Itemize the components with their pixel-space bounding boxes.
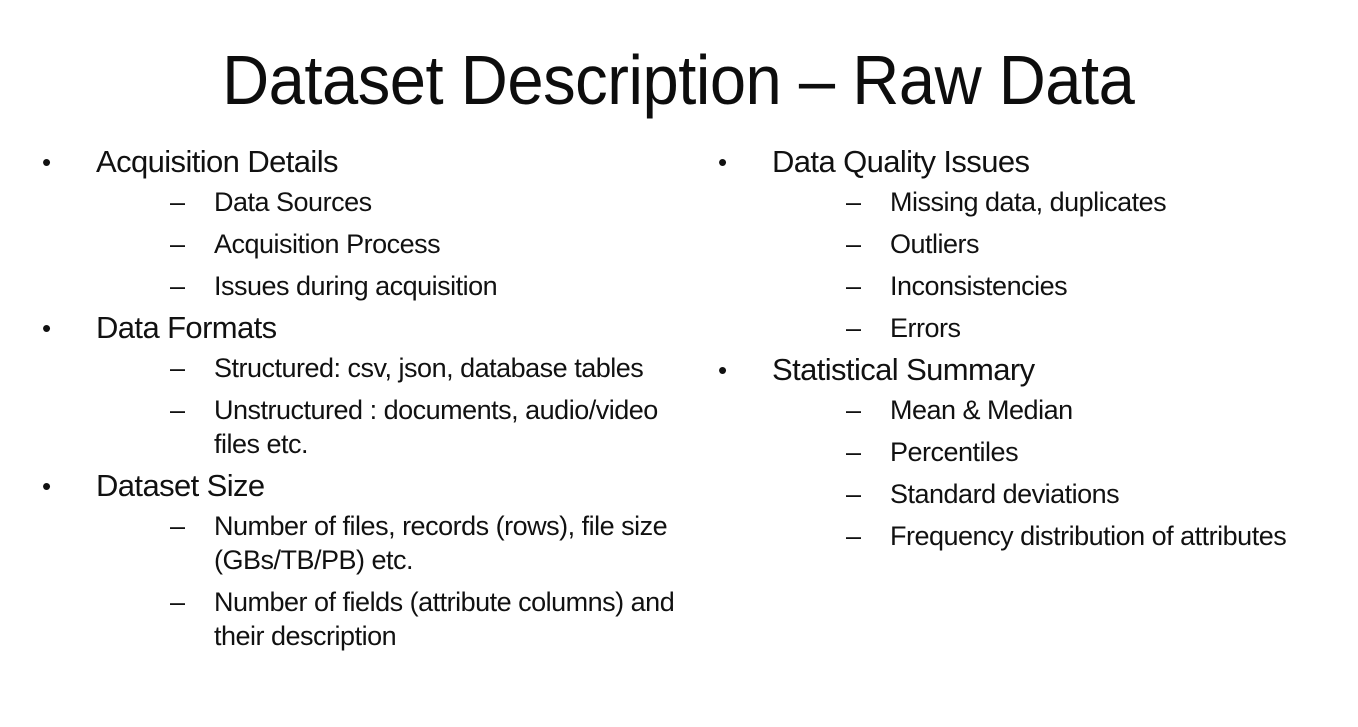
- list-item: – Data Sources: [96, 185, 680, 219]
- list-item-text: Data Sources: [214, 187, 372, 217]
- dash-icon: –: [170, 511, 185, 541]
- list-item: – Outliers: [772, 227, 1336, 261]
- section-data-quality-issues: • Data Quality Issues – Missing data, du…: [716, 143, 1336, 345]
- list-item-text: Outliers: [890, 229, 980, 259]
- bullet-icon: •: [718, 355, 728, 385]
- section-data-formats: • Data Formats – Structured: csv, json, …: [40, 309, 680, 461]
- section-acquisition-details: • Acquisition Details – Data Sources – A…: [40, 143, 680, 303]
- list-item-text: Inconsistencies: [890, 271, 1068, 301]
- section-heading: Data Formats: [96, 310, 277, 345]
- list-item-text: Structured: csv, json, database tables: [214, 353, 644, 383]
- right-column: • Data Quality Issues – Missing data, du…: [716, 143, 1336, 553]
- dash-icon: –: [846, 229, 861, 259]
- sub-list: – Missing data, duplicates – Outliers – …: [772, 185, 1336, 345]
- list-item-text: Errors: [890, 313, 961, 343]
- list-item-text: Acquisition Process: [214, 229, 441, 259]
- section-statistical-summary: • Statistical Summary – Mean & Median – …: [716, 351, 1336, 553]
- list-item: – Number of files, records (rows), file …: [96, 509, 680, 577]
- list-item: – Issues during acquisition: [96, 269, 680, 303]
- sub-list: – Data Sources – Acquisition Process – I…: [96, 185, 680, 303]
- slide: Dataset Description – Raw Data • Acquisi…: [0, 0, 1358, 727]
- dash-icon: –: [846, 271, 861, 301]
- dash-icon: –: [846, 187, 861, 217]
- section-heading: Dataset Size: [96, 468, 265, 503]
- list-item-text: Percentiles: [890, 437, 1019, 467]
- list-item: – Errors: [772, 311, 1336, 345]
- list-item-text: Number of files, records (rows), file si…: [214, 511, 668, 575]
- list-item: – Unstructured : documents, audio/video …: [96, 393, 680, 461]
- sub-list: – Structured: csv, json, database tables…: [96, 351, 680, 461]
- left-column: • Acquisition Details – Data Sources – A…: [40, 143, 680, 653]
- list-item: – Percentiles: [772, 435, 1336, 469]
- list-item: – Frequency distribution of attributes: [772, 519, 1336, 553]
- dash-icon: –: [170, 587, 185, 617]
- list-item: – Standard deviations: [772, 477, 1336, 511]
- list-item-text: Standard deviations: [890, 479, 1120, 509]
- section-dataset-size: • Dataset Size – Number of files, record…: [40, 467, 680, 653]
- bullet-icon: •: [718, 147, 728, 177]
- section-heading: Statistical Summary: [772, 352, 1035, 387]
- sub-list: – Mean & Median – Percentiles – Standard…: [772, 393, 1336, 553]
- dash-icon: –: [846, 313, 861, 343]
- section-heading: Acquisition Details: [96, 144, 338, 179]
- dash-icon: –: [170, 353, 185, 383]
- bullet-icon: •: [42, 313, 52, 343]
- list-item: – Inconsistencies: [772, 269, 1336, 303]
- list-item-text: Frequency distribution of attributes: [890, 521, 1287, 551]
- list-item: – Structured: csv, json, database tables: [96, 351, 680, 385]
- dash-icon: –: [846, 437, 861, 467]
- list-item-text: Issues during acquisition: [214, 271, 498, 301]
- list-item-text: Unstructured : documents, audio/video fi…: [214, 395, 658, 459]
- list-item-text: Missing data, duplicates: [890, 187, 1167, 217]
- section-heading: Data Quality Issues: [772, 144, 1030, 179]
- dash-icon: –: [846, 521, 861, 551]
- list-item-text: Number of fields (attribute columns) and…: [214, 587, 675, 651]
- list-item: – Mean & Median: [772, 393, 1336, 427]
- dash-icon: –: [170, 187, 185, 217]
- sub-list: – Number of files, records (rows), file …: [96, 509, 680, 653]
- list-item: – Acquisition Process: [96, 227, 680, 261]
- list-item-text: Mean & Median: [890, 395, 1073, 425]
- dash-icon: –: [846, 479, 861, 509]
- list-item: – Number of fields (attribute columns) a…: [96, 585, 680, 653]
- dash-icon: –: [170, 395, 185, 425]
- slide-title: Dataset Description – Raw Data: [222, 41, 1135, 119]
- dash-icon: –: [170, 229, 185, 259]
- dash-icon: –: [170, 271, 185, 301]
- bullet-icon: •: [42, 147, 52, 177]
- list-item: – Missing data, duplicates: [772, 185, 1336, 219]
- bullet-icon: •: [42, 471, 52, 501]
- dash-icon: –: [846, 395, 861, 425]
